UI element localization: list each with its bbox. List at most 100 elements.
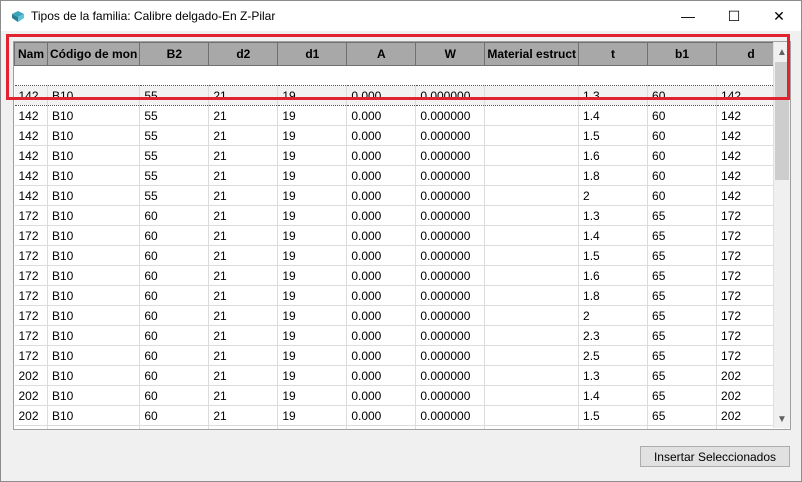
table-row[interactable]: 172 B10 60 21 19 0.000 0.000000 1.6 65 172	[14, 265, 787, 286]
table-cell[interactable]: 0.000	[346, 185, 417, 206]
table-cell[interactable]: B10	[47, 425, 141, 429]
table-cell[interactable]: 202	[14, 425, 48, 429]
table-cell[interactable]: 0.000000	[415, 285, 486, 306]
column-header[interactable]: W	[415, 42, 486, 66]
table-cell[interactable]: B10	[47, 265, 141, 286]
table-cell[interactable]: 0.000000	[415, 405, 486, 426]
table-row[interactable]: 172 B10 60 21 19 0.000 0.000000 2.5 65 172	[14, 345, 787, 366]
table-cell[interactable]: 21	[208, 285, 279, 306]
table-cell[interactable]: 0.000000	[415, 305, 486, 326]
table-cell[interactable]	[484, 185, 580, 206]
table-cell[interactable]: 60	[139, 205, 210, 226]
table-cell[interactable]: 65	[647, 325, 718, 346]
table-cell[interactable]: 65	[647, 245, 718, 266]
table-cell[interactable]: 55	[139, 85, 210, 106]
table-cell[interactable]: 21	[208, 145, 279, 166]
table-cell[interactable]: 0.000000	[415, 365, 486, 386]
table-cell[interactable]: 0.000000	[415, 345, 486, 366]
table-cell[interactable]: 2.3	[578, 325, 649, 346]
table-cell[interactable]: 60	[647, 165, 718, 186]
table-cell[interactable]: 142	[14, 145, 48, 166]
insert-selected-button[interactable]: Insertar Seleccionados	[640, 446, 790, 467]
table-cell[interactable]: 21	[208, 385, 279, 406]
table-cell[interactable]: 0.000000	[415, 185, 486, 206]
table-row[interactable]: 142 B10 55 21 19 0.000 0.000000 2 60 142	[14, 185, 787, 206]
table-cell[interactable]: B10	[47, 185, 141, 206]
table-cell[interactable]: 1.5	[578, 245, 649, 266]
table-cell[interactable]	[484, 165, 580, 186]
table-cell[interactable]: 21	[208, 185, 279, 206]
table-cell[interactable]: 0.000	[346, 305, 417, 326]
table-cell[interactable]: 21	[208, 85, 279, 106]
table-cell[interactable]	[484, 425, 580, 429]
table-row[interactable]: 172 B10 60 21 19 0.000 0.000000 2.3 65 172	[14, 325, 787, 346]
table-cell[interactable]: 0.000000	[415, 225, 486, 246]
table-cell[interactable]: 55	[139, 165, 210, 186]
table-cell[interactable]: 19	[277, 305, 348, 326]
table-cell[interactable]: 0.000000	[415, 145, 486, 166]
table-cell[interactable]: 60	[647, 85, 718, 106]
table-cell[interactable]: 60	[647, 105, 718, 126]
table-cell[interactable]: 0.000000	[415, 265, 486, 286]
table-cell[interactable]: 55	[139, 105, 210, 126]
table-cell[interactable]: B10	[47, 85, 141, 106]
table-cell[interactable]: 21	[208, 305, 279, 326]
table-cell[interactable]: 1.6	[578, 145, 649, 166]
table-cell[interactable]: 0.000	[346, 425, 417, 429]
table-cell[interactable]: 0.000000	[415, 245, 486, 266]
table-cell[interactable]: B10	[47, 365, 141, 386]
column-header[interactable]: Material estruct	[484, 42, 580, 66]
table-cell[interactable]: 65	[647, 405, 718, 426]
table-cell[interactable]: 142	[14, 85, 48, 106]
table-cell[interactable]: 0.000	[346, 325, 417, 346]
table-cell[interactable]: 1.3	[578, 85, 649, 106]
table-row[interactable]: 202 B10 60 21 19 0.000 0.000000 1.5 65 202	[14, 405, 787, 426]
table-cell[interactable]: 0.000	[346, 125, 417, 146]
table-cell[interactable]: 0.000	[346, 345, 417, 366]
table-cell[interactable]: 21	[208, 245, 279, 266]
table-cell[interactable]: 60	[139, 425, 210, 429]
scroll-up-button[interactable]: ▲	[774, 44, 790, 61]
table-cell[interactable]: 172	[14, 265, 48, 286]
table-cell[interactable]: 0.000000	[415, 325, 486, 346]
close-button[interactable]: ✕	[756, 1, 801, 31]
table-cell[interactable]: 1.4	[578, 225, 649, 246]
column-header[interactable]: Código de mon	[46, 42, 141, 66]
table-cell[interactable]: 19	[277, 365, 348, 386]
table-cell[interactable]: 1.8	[578, 165, 649, 186]
table-row[interactable]: 142 B10 55 21 19 0.000 0.000000 1.4 60 142	[14, 105, 787, 126]
table-cell[interactable]: 0.000000	[415, 105, 486, 126]
table-cell[interactable]: 0.000000	[415, 385, 486, 406]
table-cell[interactable]: B10	[47, 145, 141, 166]
table-cell[interactable]: 172	[14, 245, 48, 266]
table-cell[interactable]: 19	[277, 165, 348, 186]
table-row[interactable]: 172 B10 60 21 19 0.000 0.000000 2 65 172	[14, 305, 787, 326]
table-cell[interactable]: 202	[14, 385, 48, 406]
table-cell[interactable]: 19	[277, 325, 348, 346]
table-cell[interactable]: B10	[47, 345, 141, 366]
table-cell[interactable]: B10	[47, 325, 141, 346]
table-cell[interactable]: B10	[47, 165, 141, 186]
maximize-button[interactable]: ☐	[711, 1, 757, 31]
table-row[interactable]: 142 B10 55 21 19 0.000 0.000000 1.6 60 142	[14, 145, 787, 166]
table-cell[interactable]: B10	[47, 305, 141, 326]
table-cell[interactable]: 202	[14, 365, 48, 386]
table-cell[interactable]: 60	[139, 265, 210, 286]
column-header[interactable]: d1	[277, 42, 348, 66]
table-cell[interactable]: 60	[139, 225, 210, 246]
table-cell[interactable]: 19	[277, 385, 348, 406]
table-row[interactable]: 142 B10 55 21 19 0.000 0.000000 1.5 60 142	[14, 125, 787, 146]
table-cell[interactable]: 65	[647, 345, 718, 366]
table-cell[interactable]: 0.000	[346, 285, 417, 306]
column-header[interactable]: d2	[208, 42, 279, 66]
table-cell[interactable]	[484, 265, 580, 286]
table-cell[interactable]: 65	[647, 225, 718, 246]
table-cell[interactable]: 60	[647, 125, 718, 146]
table-cell[interactable]: 65	[647, 285, 718, 306]
table-cell[interactable]: 19	[277, 125, 348, 146]
table-cell[interactable]: 1.3	[578, 205, 649, 226]
table-cell[interactable]: 142	[14, 125, 48, 146]
table-cell[interactable]: 65	[647, 305, 718, 326]
table-cell[interactable]: 65	[647, 205, 718, 226]
table-cell[interactable]	[484, 385, 580, 406]
